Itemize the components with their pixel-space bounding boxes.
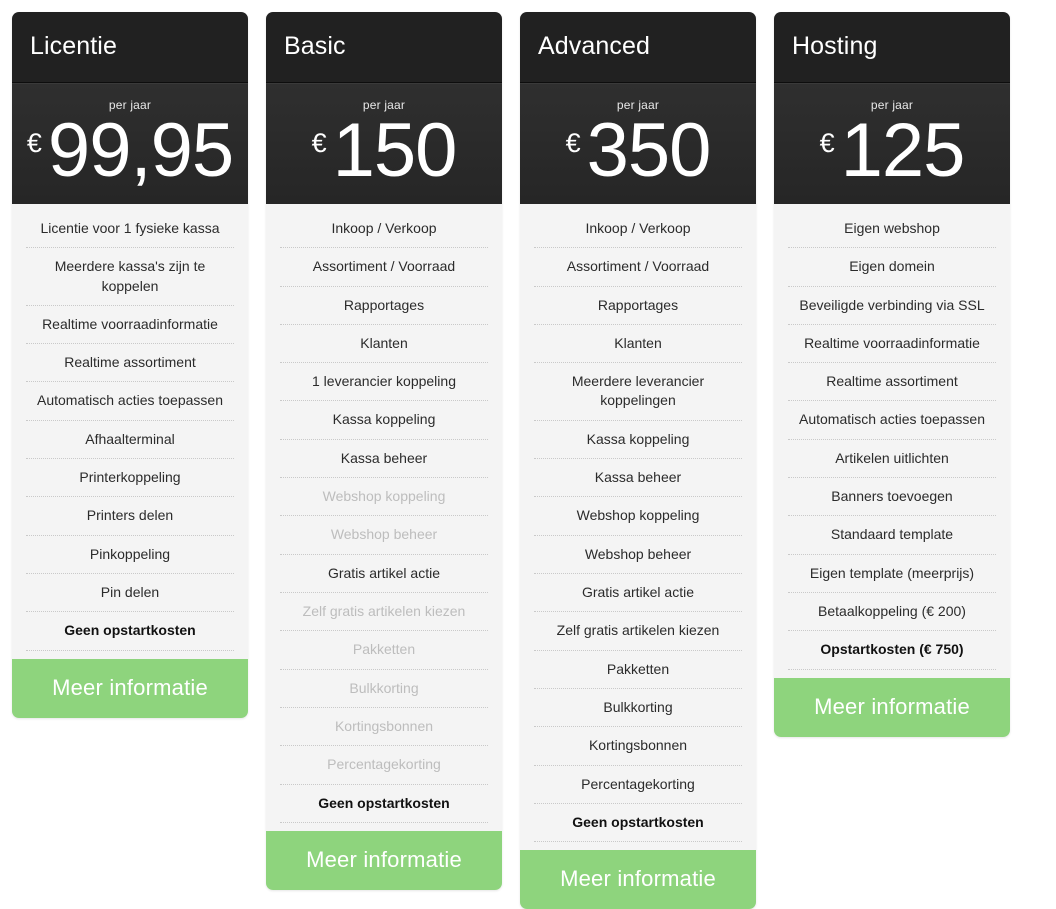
price-row: €350 [530, 108, 746, 193]
feature-item: Meerdere leverancier koppelingen [534, 363, 742, 421]
feature-item: Kortingsbonnen [534, 727, 742, 766]
feature-item: Eigen webshop [788, 210, 996, 249]
feature-item: Eigen template (meerprijs) [788, 555, 996, 594]
feature-item: Gratis artikel actie [534, 574, 742, 613]
plan-title: Hosting [774, 12, 1010, 83]
currency-symbol: € [565, 128, 581, 158]
feature-list: Eigen webshop Eigen domein Beveiligde verb… [774, 203, 1010, 678]
plan-title: Licentie [12, 12, 248, 83]
feature-item: Inkoop / Verkoop [280, 210, 488, 249]
price-amount: 99,95 [47, 108, 234, 193]
feature-item: Webshop koppeling [534, 497, 742, 536]
feature-item: Pakketten [534, 651, 742, 689]
feature-item: Kassa beheer [534, 459, 742, 498]
feature-item: Kassa koppeling [280, 401, 488, 440]
feature-item: Betaalkoppeling (€ 200) [788, 593, 996, 632]
feature-item: Standaard template [788, 516, 996, 555]
feature-list: Licentie voor 1 fysieke kassa Meerdere ka… [12, 203, 248, 659]
feature-item: Meerdere kassa's zijn te koppelen [26, 248, 234, 306]
feature-item: Gratis artikel actie [280, 555, 488, 594]
feature-item: Licentie voor 1 fysieke kassa [26, 210, 234, 249]
feature-item: Banners toevoegen [788, 478, 996, 517]
pricing-table: Licentie per jaar €99,95 Licentie voor 1 fy… [0, 0, 1056, 909]
price-amount: 150 [332, 108, 458, 193]
more-info-button[interactable]: Meer informatie [774, 677, 1010, 737]
feature-item: Opstartkosten (€ 750) [788, 631, 996, 670]
feature-item: Realtime assortiment [788, 363, 996, 402]
feature-item: Pinkoppeling [26, 536, 234, 575]
feature-item: Percentagekorting [280, 746, 488, 785]
feature-item: Printers delen [26, 497, 234, 536]
feature-item: Webshop beheer [280, 516, 488, 555]
feature-item: Percentagekorting [534, 766, 742, 804]
feature-item: 1 leverancier koppeling [280, 363, 488, 402]
feature-item: Webshop beheer [534, 536, 742, 575]
feature-item: Zelf gratis artikelen kiezen [280, 593, 488, 632]
feature-item: Bulkkorting [280, 670, 488, 708]
feature-item: Automatisch acties toepassen [26, 382, 234, 421]
feature-item: Rapportages [280, 287, 488, 325]
plan-price-panel: per jaar €125 [774, 83, 1010, 204]
feature-item: Realtime voorraadinformatie [26, 306, 234, 345]
more-info-button[interactable]: Meer informatie [520, 850, 756, 909]
price-amount: 125 [840, 108, 966, 193]
feature-item: Klanten [534, 325, 742, 364]
price-amount: 350 [586, 108, 712, 193]
feature-item: Klanten [280, 325, 488, 364]
feature-item: Webshop koppeling [280, 478, 488, 517]
currency-symbol: € [311, 128, 327, 158]
feature-item: Kassa koppeling [534, 421, 742, 460]
price-row: €99,95 [22, 108, 238, 193]
plan-title: Advanced [520, 12, 756, 83]
feature-item: Realtime voorraadinformatie [788, 325, 996, 364]
feature-item: Kortingsbonnen [280, 708, 488, 747]
currency-symbol: € [819, 128, 835, 158]
feature-item: Afhaalterminal [26, 421, 234, 460]
pricing-card: Licentie per jaar €99,95 Licentie voor 1 fy… [12, 12, 248, 718]
feature-item: Kassa beheer [280, 440, 488, 479]
feature-item: Beveiligde verbinding via SSL [788, 287, 996, 325]
more-info-button[interactable]: Meer informatie [266, 830, 502, 890]
plan-price-panel: per jaar €99,95 [12, 83, 248, 204]
feature-list: Inkoop / Verkoop Assortiment / Voorraad Ra… [266, 203, 502, 831]
feature-item: Eigen domein [788, 248, 996, 287]
feature-item: Pakketten [280, 631, 488, 670]
feature-item: Inkoop / Verkoop [534, 210, 742, 249]
feature-item: Geen opstartkosten [26, 612, 234, 651]
pricing-card: Advanced per jaar €350 Inkoop / Verkoop Asso… [520, 12, 756, 909]
feature-item: Artikelen uitlichten [788, 440, 996, 479]
feature-item: Pin delen [26, 574, 234, 613]
currency-symbol: € [26, 128, 42, 158]
feature-list: Inkoop / Verkoop Assortiment / Voorraad Ra… [520, 203, 756, 851]
plan-title: Basic [266, 12, 502, 83]
feature-item: Printerkoppeling [26, 459, 234, 498]
more-info-button[interactable]: Meer informatie [12, 658, 248, 718]
feature-item: Automatisch acties toepassen [788, 401, 996, 440]
feature-item: Realtime assortiment [26, 344, 234, 383]
feature-item: Bulkkorting [534, 689, 742, 728]
pricing-card: Hosting per jaar €125 Eigen webshop Eigen do… [774, 12, 1010, 737]
feature-item: Rapportages [534, 287, 742, 325]
feature-item: Geen opstartkosten [534, 804, 742, 843]
price-row: €125 [784, 108, 1000, 193]
plan-price-panel: per jaar €150 [266, 83, 502, 204]
pricing-card: Basic per jaar €150 Inkoop / Verkoop Assorti… [266, 12, 502, 890]
feature-item: Zelf gratis artikelen kiezen [534, 612, 742, 651]
price-row: €150 [276, 108, 492, 193]
plan-price-panel: per jaar €350 [520, 83, 756, 204]
feature-item: Assortiment / Voorraad [280, 248, 488, 287]
feature-item: Geen opstartkosten [280, 785, 488, 823]
feature-item: Assortiment / Voorraad [534, 248, 742, 287]
